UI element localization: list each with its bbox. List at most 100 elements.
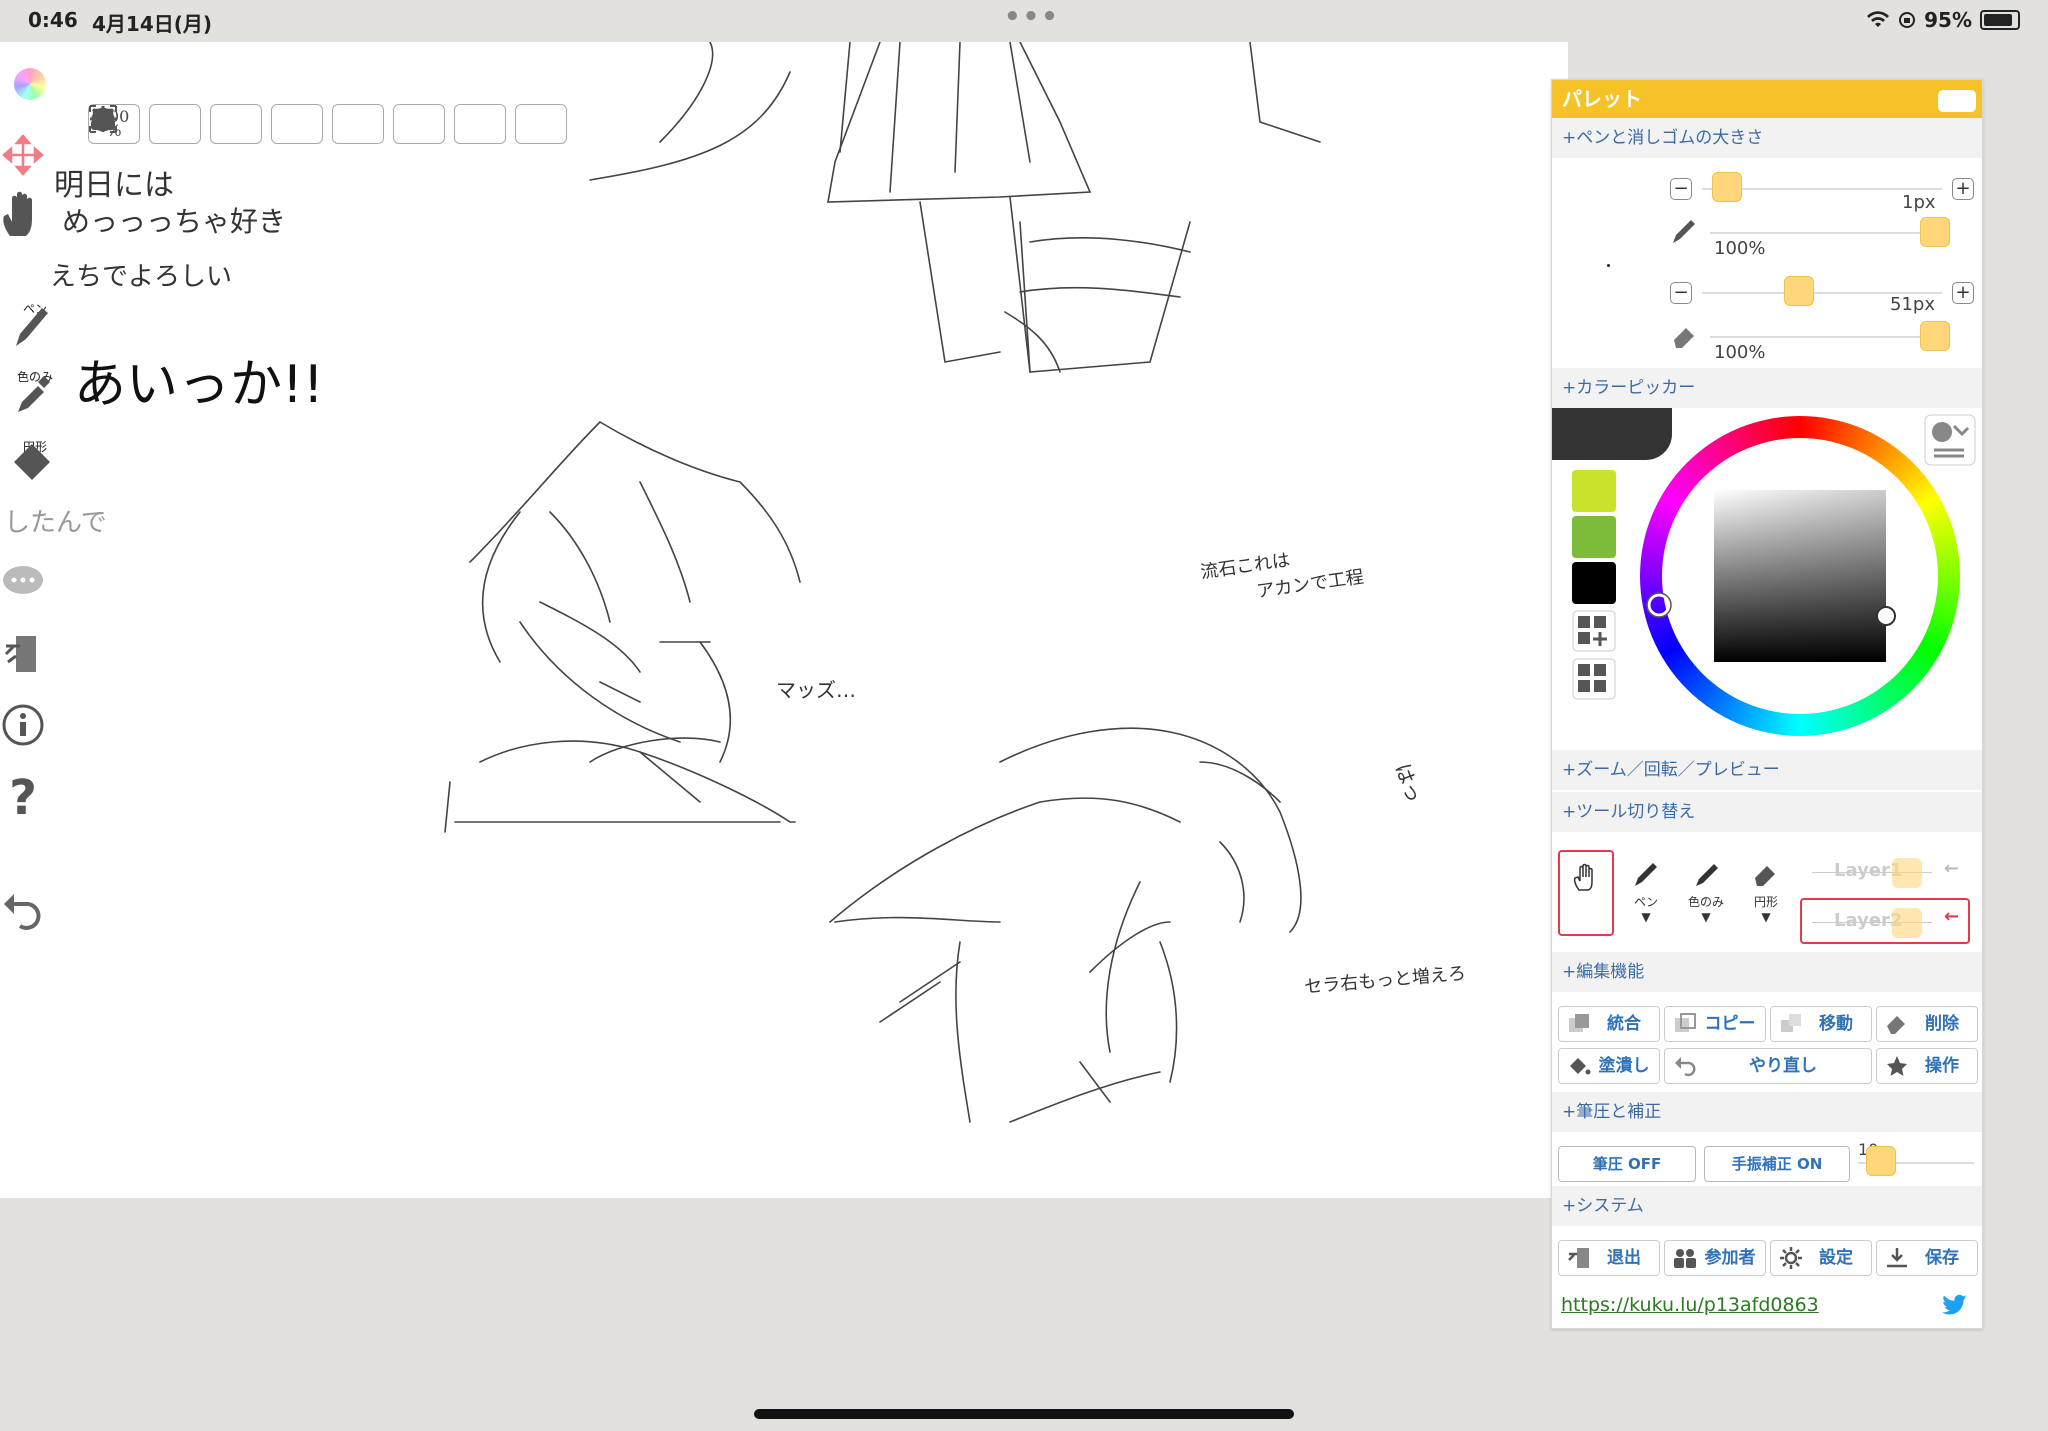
eraser-icon: [1755, 866, 1775, 886]
add-swatch-icon[interactable]: [1572, 610, 1616, 652]
layer-row-1[interactable]: Layer1 ←: [1802, 850, 1972, 896]
pressure-toggle-button[interactable]: 筆圧 OFF: [1558, 1146, 1696, 1182]
participants-button[interactable]: [91, 104, 323, 144]
fill-button[interactable]: 塗潰し: [1558, 1048, 1660, 1084]
note-massu: マッズ…: [776, 678, 856, 702]
handwriting-line5: したんで: [4, 508, 107, 538]
color-mode-toggle-icon[interactable]: [1924, 414, 1976, 466]
eraser-size-minus-button[interactable]: −: [1670, 282, 1692, 304]
section-system[interactable]: +システム: [1552, 1186, 1982, 1226]
tool-pen[interactable]: ペン ▼: [1618, 850, 1674, 936]
move-icon[interactable]: [0, 132, 46, 178]
section-pen-size[interactable]: +ペンと消しゴムの大きさ: [1552, 118, 1982, 158]
info-icon[interactable]: [0, 702, 46, 748]
status-bar: 0:46 4月14日(月) ••• 95%: [0, 0, 2048, 42]
handwriting-line3: えちでよろしい: [50, 262, 233, 292]
tool-eyedropper[interactable]: 色のみ ▼: [1678, 850, 1734, 936]
copy-button[interactable]: コピー: [1664, 1006, 1766, 1042]
system-settings-button[interactable]: 設定: [1770, 1240, 1872, 1276]
color-wheel[interactable]: [1640, 416, 1960, 736]
undo-icon: [1675, 1057, 1696, 1077]
section-pressure[interactable]: +筆圧と補正: [1552, 1092, 1982, 1132]
chat-icon[interactable]: [0, 562, 46, 602]
eraser-icon: [1674, 328, 1694, 348]
sv-handle: [1876, 606, 1896, 626]
exit-icon[interactable]: [0, 632, 46, 676]
tool-hand[interactable]: [1558, 850, 1614, 936]
brush-preview: [1552, 160, 1662, 370]
home-indicator[interactable]: [754, 1409, 1294, 1419]
merge-button[interactable]: 統合: [1558, 1006, 1660, 1042]
section-tool-switch[interactable]: +ツール切り替え: [1552, 792, 1982, 832]
handwriting-line2: めっっっちゃ好き: [62, 205, 287, 238]
redo-button[interactable]: [91, 104, 567, 144]
eraser-shape-icon: [14, 444, 50, 480]
drawing-canvas[interactable]: 100% ペン 色のみ 円形: [0, 42, 1568, 1198]
pen-icon: [16, 308, 48, 346]
stabilizer-toggle-button[interactable]: 手振補正 ON: [1704, 1146, 1850, 1182]
pen-opacity-slider[interactable]: [1920, 217, 1950, 247]
palette-title: パレット: [1562, 87, 1642, 111]
handwriting-line1: 明日には: [54, 168, 174, 203]
redo-action-button[interactable]: やり直し: [1664, 1048, 1872, 1084]
eyedropper-tool[interactable]: 色のみ: [12, 370, 58, 412]
eraser-opacity-value: 100%: [1714, 342, 1766, 363]
exit-button[interactable]: 退出: [1558, 1240, 1660, 1276]
status-indicators: 95%: [1866, 8, 2020, 32]
participants-icon: [1674, 1249, 1696, 1268]
download-button[interactable]: [92, 104, 506, 144]
section-edit[interactable]: +編集機能: [1552, 952, 1982, 992]
eraser-opacity-slider[interactable]: [1920, 321, 1950, 351]
exit-icon: [1568, 1248, 1589, 1268]
top-toolbar: 100%: [88, 104, 567, 144]
favorite-button[interactable]: [91, 104, 384, 144]
shape-tool[interactable]: 円形: [12, 440, 58, 480]
multitasking-dots-icon[interactable]: •••: [1004, 2, 1060, 32]
tool-shape[interactable]: 円形 ▼: [1738, 850, 1794, 936]
pen-size-minus-button[interactable]: −: [1670, 178, 1692, 200]
eraser-icon: [1887, 1016, 1905, 1034]
color-wheel-icon[interactable]: [14, 68, 46, 100]
save-button[interactable]: 保存: [1876, 1240, 1978, 1276]
layer-row-2[interactable]: Layer2 ←: [1800, 898, 1970, 944]
operations-button[interactable]: 操作: [1876, 1048, 1978, 1084]
swatch-manage-icon[interactable]: [1572, 658, 1616, 700]
color-swatch[interactable]: [1572, 470, 1616, 512]
palette-collapse-button[interactable]: [1938, 90, 1976, 112]
share-url-link[interactable]: https://kuku.lu/p13afd0863: [1561, 1294, 1819, 1316]
delete-button[interactable]: 削除: [1876, 1006, 1978, 1042]
fit-screen-button[interactable]: [89, 104, 201, 144]
pen-tool[interactable]: ペン: [12, 302, 58, 346]
move-layer-icon: [1781, 1014, 1801, 1032]
twitter-icon[interactable]: [1942, 1294, 1968, 1316]
pen-size-slider[interactable]: [1712, 172, 1742, 202]
eraser-size-slider[interactable]: [1784, 276, 1814, 306]
color-swatch[interactable]: [1572, 516, 1616, 558]
section-color-picker[interactable]: +カラーピッカー: [1552, 368, 1982, 408]
layer-select-arrow-icon: ←: [1944, 906, 1960, 927]
merge-icon: [1569, 1014, 1589, 1032]
pen-size-plus-button[interactable]: +: [1952, 178, 1974, 200]
fill-bucket-icon: [1570, 1058, 1591, 1075]
star-icon: [1887, 1056, 1907, 1076]
undo-icon[interactable]: [0, 888, 46, 932]
handwriting-line4: あいっか!!: [74, 355, 324, 415]
hand-icon[interactable]: [0, 190, 46, 240]
eraser-size-plus-button[interactable]: +: [1952, 282, 1974, 304]
eyedropper-icon: [1696, 864, 1718, 886]
stabilizer-slider[interactable]: [1866, 1146, 1896, 1176]
gear-icon: [1780, 1247, 1802, 1269]
help-icon[interactable]: ?: [0, 770, 46, 820]
move-button[interactable]: 移動: [1770, 1006, 1872, 1042]
orientation-lock-icon: [1899, 12, 1916, 28]
battery-percent: 95%: [1924, 8, 1972, 32]
color-swatch[interactable]: [1572, 562, 1616, 604]
rotate-reset-button[interactable]: [91, 104, 262, 144]
pen-icon: [1635, 863, 1657, 886]
participants-list-button[interactable]: 参加者: [1664, 1240, 1766, 1276]
copy-icon: [1675, 1013, 1696, 1032]
status-time: 0:46: [28, 8, 78, 32]
eraser-size-value: 51px: [1890, 294, 1935, 315]
section-zoom[interactable]: +ズーム／回転／プレビュー: [1552, 750, 1982, 790]
settings-button[interactable]: [90, 104, 445, 144]
